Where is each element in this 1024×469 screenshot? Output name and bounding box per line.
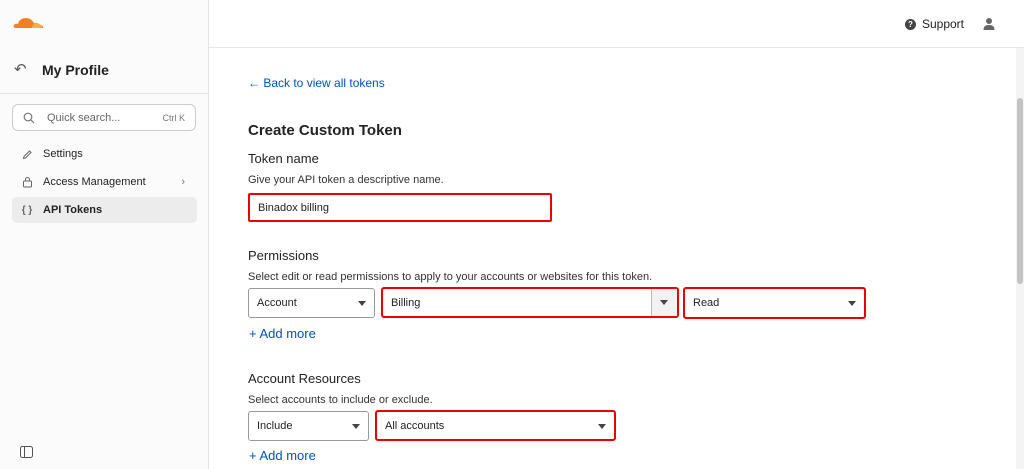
search-placeholder: Quick search... [47, 111, 121, 124]
permission-resource-value: Billing [391, 296, 421, 309]
dropdown-toggle[interactable] [651, 289, 677, 316]
sidebar: ↶ My Profile Quick search... Ctrl K Sett… [0, 0, 209, 469]
sidebar-toggle-icon[interactable] [20, 446, 33, 458]
permission-scope-value: Account [257, 297, 297, 309]
account-target-select[interactable]: All accounts [375, 410, 616, 441]
add-more-resources-link[interactable]: + Add more [249, 448, 316, 463]
braces-icon: { } [21, 204, 33, 216]
back-to-tokens-link[interactable]: ← Back to view all tokens [248, 76, 385, 90]
help-icon: ? [904, 18, 916, 30]
sidebar-item-label: Access Management [43, 176, 146, 188]
profile-header: ↶ My Profile [14, 62, 109, 79]
search-shortcut: Ctrl K [162, 112, 186, 123]
sidebar-divider [0, 93, 209, 94]
sidebar-item-access-management[interactable]: Access Management › [12, 169, 197, 195]
account-mode-value: Include [257, 420, 293, 432]
profile-title: My Profile [42, 62, 109, 78]
user-icon[interactable] [983, 17, 995, 30]
top-bar: ? Support [209, 0, 1024, 48]
page-scrollbar[interactable] [1016, 48, 1024, 469]
account-resources-help: Select accounts to include or exclude. [248, 394, 433, 406]
account-target-value: All accounts [385, 419, 445, 432]
search-icon [23, 112, 35, 123]
support-label: Support [921, 17, 964, 31]
permission-resource-select[interactable]: Billing [381, 287, 679, 318]
sidebar-item-label: Settings [43, 148, 83, 160]
cloudflare-logo[interactable] [13, 14, 45, 30]
chevron-down-icon [352, 424, 360, 429]
chevron-right-icon: › [181, 176, 185, 188]
add-more-permissions-link[interactable]: + Add more [249, 326, 316, 341]
quick-search-input[interactable]: Quick search... Ctrl K [12, 104, 196, 131]
scrollbar-thumb[interactable] [1017, 98, 1023, 284]
account-resources-label: Account Resources [248, 371, 361, 386]
pencil-icon [20, 147, 34, 161]
account-mode-select[interactable]: Include [248, 411, 369, 441]
token-name-input[interactable]: Binadox billing [248, 193, 552, 222]
permissions-help: Select edit or read permissions to apply… [248, 271, 653, 283]
permissions-label: Permissions [248, 248, 319, 263]
chevron-down-icon [848, 301, 856, 306]
lock-icon [20, 175, 34, 189]
support-menu[interactable]: ? Support [904, 17, 964, 31]
permission-access-value: Read [693, 297, 720, 309]
sidebar-item-api-tokens[interactable]: { } API Tokens [12, 197, 197, 223]
page-title: Create Custom Token [248, 122, 402, 139]
chevron-down-icon [598, 424, 606, 429]
chevron-down-icon [660, 300, 668, 305]
permission-scope-select[interactable]: Account [248, 288, 375, 318]
sidebar-item-settings[interactable]: Settings [12, 141, 197, 167]
token-name-help: Give your API token a descriptive name. [248, 174, 444, 186]
chevron-down-icon [358, 301, 366, 306]
sidebar-item-label: API Tokens [43, 204, 103, 216]
permission-access-select[interactable]: Read [683, 287, 866, 319]
back-arrow-icon[interactable]: ↶ [14, 62, 30, 78]
token-name-label: Token name [248, 151, 319, 166]
